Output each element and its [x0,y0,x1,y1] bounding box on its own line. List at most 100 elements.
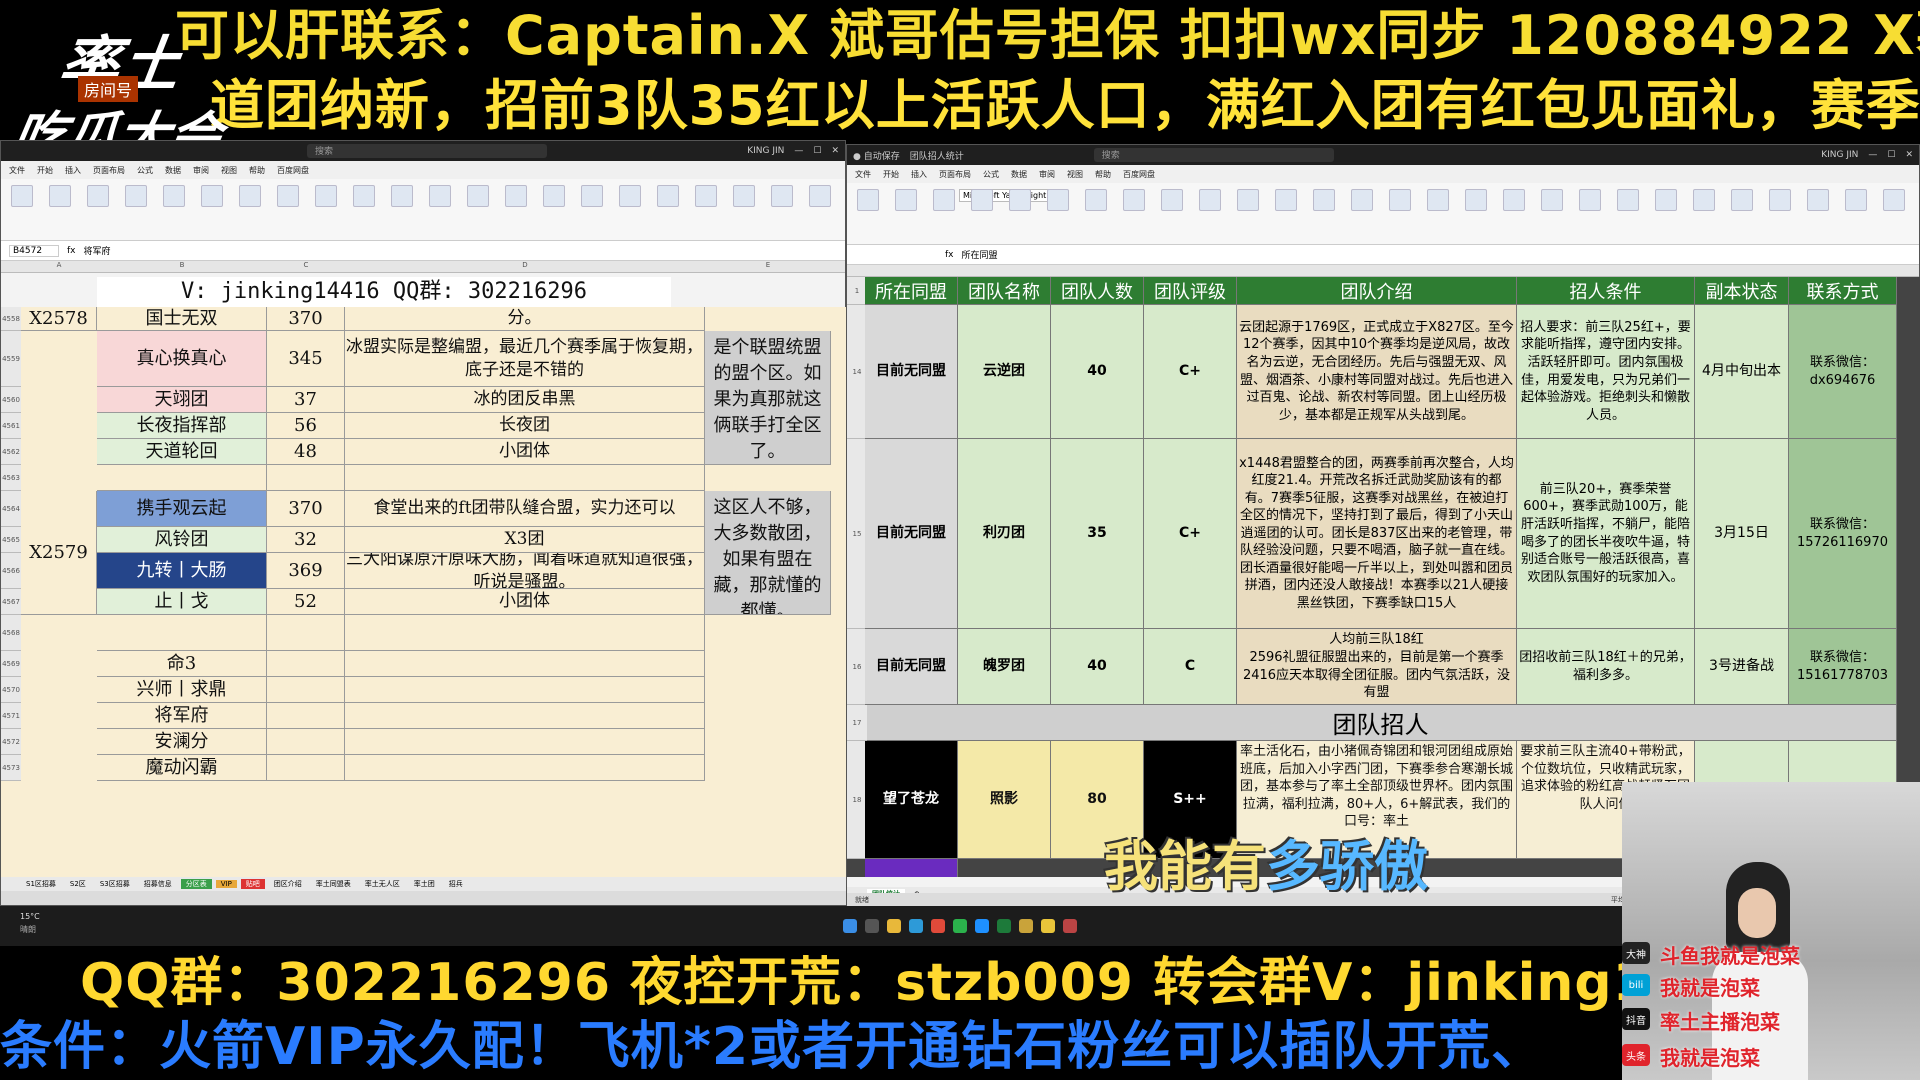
ribbon-button-icon[interactable] [391,185,413,207]
team-cell[interactable]: 目前无同盟 [865,439,958,629]
table-cell[interactable] [267,755,345,781]
menu-item[interactable]: 文件 [855,169,871,180]
sheet-tab[interactable]: VIP [215,880,237,888]
menu-item[interactable]: 公式 [983,169,999,180]
ribbon-button-icon[interactable] [505,185,527,207]
menu-item[interactable]: 页面布局 [93,165,125,176]
table-cell[interactable] [345,651,705,677]
ribbon-button-icon[interactable] [895,189,917,211]
menu-item[interactable]: 开始 [37,165,53,176]
folder-icon[interactable] [887,919,901,933]
column-header[interactable]: 团队名称 [958,277,1051,305]
ribbon-button-icon[interactable] [87,185,109,207]
ribbon-button-icon[interactable] [857,189,879,211]
table-cell[interactable]: 分。 [345,307,705,331]
table-cell[interactable] [97,465,267,491]
team-cell[interactable]: 35 [1051,439,1144,629]
table-cell[interactable] [345,729,705,755]
team-cell[interactable]: 3号进备战 [1695,629,1789,705]
merged-note-cell[interactable]: 这区人不够，大多数散团，如果有盟在藏，那就懂的都懂。 [705,491,831,615]
table-cell[interactable]: 37 [267,387,345,413]
table-cell[interactable]: 魔动闪霸 [97,755,267,781]
ribbon-button-icon[interactable] [809,185,831,207]
ribbon-button-icon[interactable] [771,185,793,207]
team-cell[interactable]: C [1144,629,1237,705]
ribbon-button-icon[interactable] [1503,189,1525,211]
menu-item[interactable]: 百度网盘 [277,165,309,176]
sheet-tab[interactable]: 贴吧 [240,879,265,889]
close-icon[interactable]: ✕ [1905,150,1913,160]
ribbon-button-icon[interactable] [1237,189,1259,211]
ribbon-button-icon[interactable] [733,185,755,207]
ribbon-button-icon[interactable] [1085,189,1107,211]
ribbon-button-icon[interactable] [1313,189,1335,211]
ribbon-button-icon[interactable] [1845,189,1867,211]
menu-item[interactable]: 数据 [165,165,181,176]
ribbon-button-icon[interactable] [1541,189,1563,211]
ribbon-button-icon[interactable] [239,185,261,207]
ribbon-button-icon[interactable] [1731,189,1753,211]
ribbon-button-icon[interactable] [1427,189,1449,211]
sheet-tab[interactable]: S1区招募 [21,879,61,889]
team-cell[interactable]: 招人要求：前三队25红+，要求能听指挥，遵守团内安排。活跃轻肝即可。团内氛围极佳… [1517,305,1695,439]
column-header[interactable]: 所在同盟 [865,277,958,305]
team-cell[interactable]: 目前无同盟 [865,305,958,439]
menu-item[interactable]: 公式 [137,165,153,176]
team-cell[interactable]: 联系微信：15161778703 [1789,629,1897,705]
ribbon-button-icon[interactable] [543,185,565,207]
team-cell[interactable]: 人均前三队18红 2596礼盟征服盟出来的，目前是第一个赛季2416应天本取得全… [1237,629,1517,705]
app-icon[interactable] [1063,919,1077,933]
sheet-tab[interactable]: 招募信息 [139,879,177,889]
sheet-tab[interactable]: 招兵 [444,879,468,889]
minimize-icon[interactable]: — [794,146,803,156]
ribbon-button-icon[interactable] [1807,189,1829,211]
table-cell[interactable]: 将军府 [97,703,267,729]
team-cell[interactable]: 利刃团 [958,439,1051,629]
table-cell[interactable]: 369 [267,553,345,589]
sheet-tab[interactable]: 率土同盟表 [311,879,356,889]
menu-item[interactable]: 帮助 [249,165,265,176]
wechat-icon[interactable] [953,919,967,933]
minimize-icon[interactable]: — [1868,150,1877,160]
ribbon-button-icon[interactable] [49,185,71,207]
left-search-input[interactable]: 搜索 [307,144,547,158]
ribbon-button-icon[interactable] [1655,189,1677,211]
ribbon-button-icon[interactable] [1883,189,1905,211]
sheet-tab[interactable]: 率土无人区 [360,879,405,889]
table-cell[interactable]: 食堂出来的ft团带队缝合盟，实力还可以 [345,491,705,527]
table-cell[interactable] [267,677,345,703]
ribbon-button-icon[interactable] [1769,189,1791,211]
right-formula-input[interactable]: 所在同盟 [962,248,998,261]
ribbon-button-icon[interactable] [1275,189,1297,211]
table-cell[interactable] [97,615,267,651]
team-cell[interactable]: 40 [1051,305,1144,439]
ribbon-button-icon[interactable] [467,185,489,207]
ribbon-button-icon[interactable] [619,185,641,207]
column-header[interactable]: 招人条件 [1517,277,1695,305]
name-box[interactable]: B4572 [9,244,59,257]
menu-item[interactable]: 审阅 [1039,169,1055,180]
ribbon-button-icon[interactable] [11,185,33,207]
team-cell[interactable]: 4月中旬出本 [1695,305,1789,439]
table-cell[interactable]: 天道轮回 [97,439,267,465]
table-cell[interactable] [345,465,705,491]
ribbon-button-icon[interactable] [971,189,993,211]
menu-item[interactable]: 插入 [911,169,927,180]
menu-item[interactable]: 文件 [9,165,25,176]
table-cell[interactable]: 长夜指挥部 [97,413,267,439]
team-cell[interactable]: C+ [1144,305,1237,439]
app-icon[interactable] [1019,919,1033,933]
table-cell[interactable]: 56 [267,413,345,439]
table-cell[interactable] [345,615,705,651]
ribbon-button-icon[interactable] [657,185,679,207]
team-cell[interactable]: 魄罗团 [958,629,1051,705]
table-cell[interactable]: 32 [267,527,345,553]
table-cell[interactable]: 止丨戈 [97,589,267,615]
maximize-icon[interactable]: ☐ [1887,150,1895,160]
team-cell[interactable]: 前三队20+，赛季荣誉600+，赛季武勋100万，能肝活跃听指挥，不躺尸，能陪喝… [1517,439,1695,629]
table-cell[interactable]: 命3 [97,651,267,677]
column-header[interactable]: 团队评级 [1144,277,1237,305]
app-icon[interactable] [1041,919,1055,933]
sheet-tab[interactable]: S2区 [65,879,91,889]
column-header[interactable]: 副本状态 [1695,277,1789,305]
